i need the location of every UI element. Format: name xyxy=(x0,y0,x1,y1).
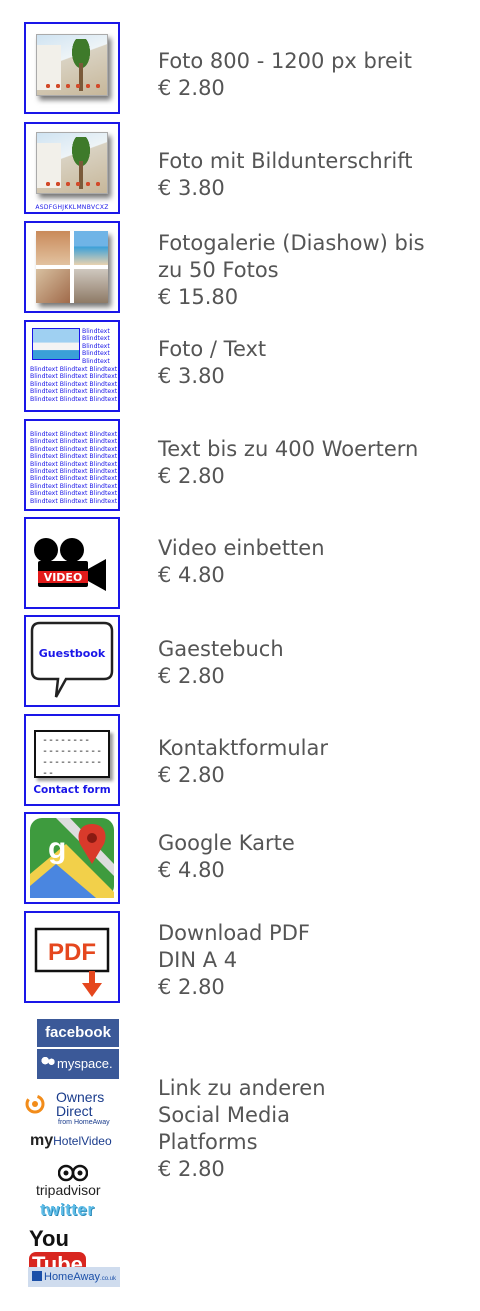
google-maps-option-tile[interactable]: g xyxy=(24,812,120,904)
guestbook-icon-text: Guestbook xyxy=(39,647,106,660)
price: € 2.80 xyxy=(158,975,225,999)
placeholder-text-line: Blindtext xyxy=(82,342,110,350)
google-maps-option-label: Google Karte € 4.80 xyxy=(158,831,295,882)
youtube-logo[interactable]: YouTube xyxy=(29,1226,119,1278)
placeholder-text-line: Blindtext Blindtext Blindtext xyxy=(30,380,118,388)
contact-form-option-label: Kontaktformular € 2.80 xyxy=(158,736,328,787)
tripadvisor-logo[interactable]: tripadvisor xyxy=(30,1164,120,1202)
guestbook-option-label: Gaestebuch € 2.80 xyxy=(158,637,284,688)
photo-caption-text: ASDFGHJKKLMNBVCXZ xyxy=(35,204,109,211)
price: € 4.80 xyxy=(158,858,225,882)
placeholder-text-line: Blindtext Blindtext Blindtext xyxy=(30,395,118,403)
photo-icon xyxy=(36,34,108,96)
pdf-icon-text: PDF xyxy=(48,939,96,966)
social-option-label: Link zu anderen Social Media Platforms €… xyxy=(158,1076,326,1181)
placeholder-text-line: Blindtext Blindtext Blindtext xyxy=(30,373,118,381)
guestbook-option-tile[interactable]: Guestbook xyxy=(24,615,120,707)
placeholder-text-line: Blindtext Blindtext Blindtext xyxy=(30,490,118,498)
photo-text-icon: Blindtext Blindtext Blindtext Blindtext Blin… xyxy=(26,322,118,410)
price: € 3.80 xyxy=(158,364,225,388)
homeaway-logo[interactable]: HomeAway.co.uk xyxy=(28,1267,120,1287)
owners-direct-swirl-icon xyxy=(25,1094,45,1114)
twitter-logo[interactable]: twitter xyxy=(40,1200,120,1222)
myspace-logo[interactable]: myspace. xyxy=(37,1049,119,1079)
placeholder-text-line: Blindtext Blindtext Blindtext xyxy=(30,438,118,446)
photo-caption-option-tile[interactable]: ASDFGHJKKLMNBVCXZ xyxy=(24,122,120,214)
text-option-label: Text bis zu 400 Woertern € 2.80 xyxy=(158,437,419,488)
price: € 2.80 xyxy=(158,664,225,688)
video-icon-text: VIDEO xyxy=(44,571,83,584)
placeholder-text-line: Blindtext xyxy=(82,350,110,358)
video-option-tile[interactable]: VIDEO xyxy=(24,517,120,609)
photo-option-tile[interactable] xyxy=(24,22,120,114)
placeholder-text-line: Blindtext Blindtext Blindtext xyxy=(30,468,118,476)
placeholder-text-line: Blindtext Blindtext Blindtext xyxy=(30,445,118,453)
placeholder-text-line: Blindtext xyxy=(82,335,110,343)
contact-form-icon-text: Contact form xyxy=(33,784,111,796)
myspace-people-icon xyxy=(41,1057,55,1069)
placeholder-text-line: Blindtext xyxy=(82,357,110,365)
contact-form-icon: -------- ---------- ------------ xyxy=(34,730,110,779)
myhotelvideo-logo[interactable]: myHotelVideo xyxy=(30,1132,120,1154)
video-camera-icon: VIDEO xyxy=(34,538,106,591)
tripadvisor-owl-icon xyxy=(58,1164,88,1182)
pdf-download-icon: PDF xyxy=(34,927,110,997)
price: € 4.80 xyxy=(158,563,225,587)
svg-text:g: g xyxy=(48,832,66,865)
placeholder-text-line: Blindtext Blindtext Blindtext xyxy=(30,388,118,396)
placeholder-text-line: Blindtext Blindtext Blindtext xyxy=(30,475,118,483)
gallery-option-tile[interactable] xyxy=(24,221,120,313)
facebook-logo[interactable]: facebook xyxy=(37,1019,119,1047)
video-option-label: Video einbetten € 4.80 xyxy=(158,536,325,587)
photo-text-option-tile[interactable]: Blindtext Blindtext Blindtext Blindtext Blin… xyxy=(24,320,120,412)
placeholder-text-line: Blindtext Blindtext Blindtext xyxy=(30,497,118,505)
owners-direct-logo[interactable]: Owners Direct from HomeAway xyxy=(22,1087,122,1131)
price: € 2.80 xyxy=(158,1157,225,1181)
price: € 2.80 xyxy=(158,763,225,787)
placeholder-text-line: Blindtext Blindtext Blindtext xyxy=(30,460,118,468)
placeholder-text-line: Blindtext xyxy=(82,328,110,335)
gallery-option-label: Fotogalerie (Diashow) bis zu 50 Fotos € … xyxy=(158,231,425,309)
photo-text-option-label: Foto / Text € 3.80 xyxy=(158,337,267,388)
price: € 3.80 xyxy=(158,176,225,200)
google-maps-icon: g xyxy=(30,818,114,898)
homeaway-house-icon xyxy=(32,1271,42,1281)
placeholder-text-line: Blindtext Blindtext Blindtext xyxy=(30,482,118,490)
text-option-tile[interactable]: Blindtext Blindtext Blindtext Blindtext B… xyxy=(24,419,120,511)
placeholder-text-line: Blindtext Blindtext Blindtext xyxy=(30,431,118,438)
photo-option-label: Foto 800 - 1200 px breit € 2.80 xyxy=(158,49,412,100)
price: € 2.80 xyxy=(158,76,225,100)
placeholder-text-line: Blindtext Blindtext Blindtext xyxy=(30,453,118,461)
gallery-icon xyxy=(36,231,108,303)
guestbook-icon: Guestbook xyxy=(30,621,114,698)
photo-caption-option-label: Foto mit Bildunterschrift € 3.80 xyxy=(158,149,413,200)
price: € 2.80 xyxy=(158,464,225,488)
contact-form-option-tile[interactable]: -------- ---------- ------------ Contact… xyxy=(24,714,120,806)
text-icon: Blindtext Blindtext Blindtext Blindtext B… xyxy=(26,421,118,509)
price: € 15.80 xyxy=(158,285,239,309)
photo-caption-icon xyxy=(36,132,108,194)
pdf-option-label: Download PDF DIN A 4 € 2.80 xyxy=(158,921,310,999)
pdf-option-tile[interactable]: PDF xyxy=(24,911,120,1003)
placeholder-text-line: Blindtext Blindtext Blindtext xyxy=(30,366,118,373)
